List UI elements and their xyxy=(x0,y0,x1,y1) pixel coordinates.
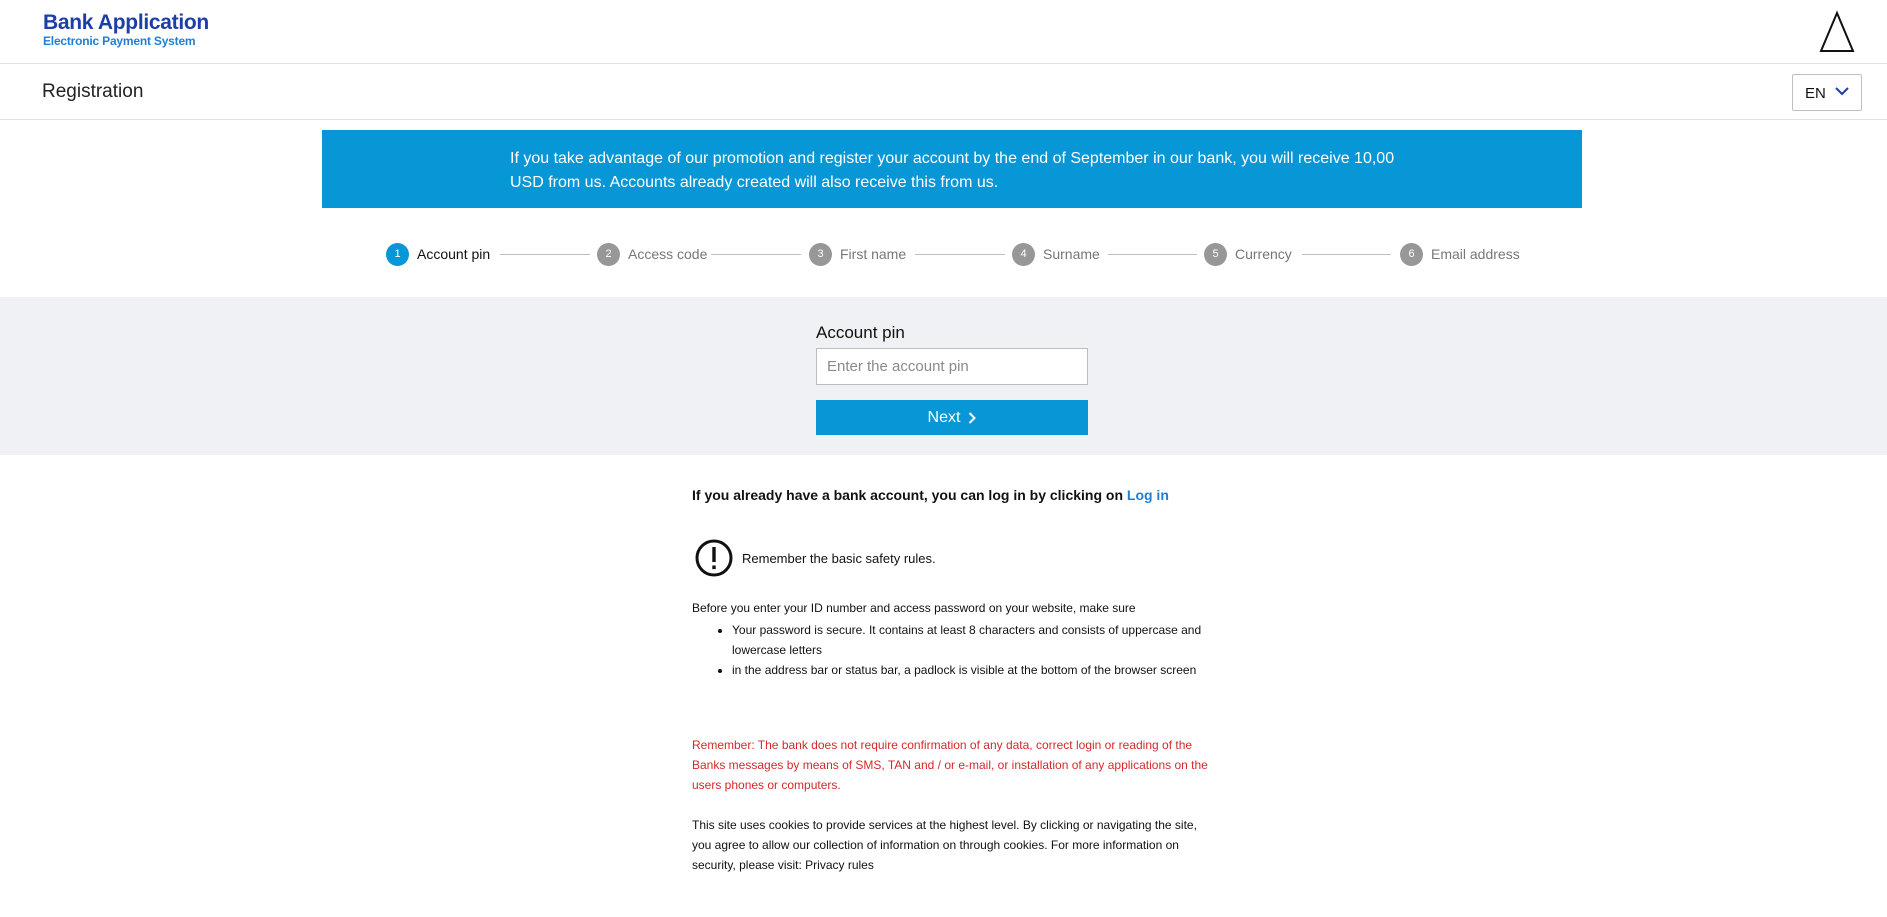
safety-rules-list: Your password is secure. It contains at … xyxy=(692,620,1212,680)
login-prompt: If you already have a bank account, you … xyxy=(692,487,1212,503)
chevron-down-icon xyxy=(1835,87,1849,96)
promo-banner: If you take advantage of our promotion a… xyxy=(322,130,1582,208)
step-connector xyxy=(915,254,1005,255)
step-connector xyxy=(1302,254,1391,255)
step-label: Surname xyxy=(1043,246,1100,262)
step-number: 3 xyxy=(809,242,832,266)
step-connector xyxy=(500,254,590,255)
step-label: Account pin xyxy=(417,246,491,262)
step-currency: 5 Currency xyxy=(1204,242,1292,266)
login-link[interactable]: Log in xyxy=(1127,487,1169,503)
brand-subtitle: Electronic Payment System xyxy=(43,34,196,48)
language-code: EN xyxy=(1805,85,1826,102)
safety-notice: Remember the basic safety rules. xyxy=(692,537,1192,579)
top-header: Bank Application Electronic Payment Syst… xyxy=(0,0,1887,64)
exclamation-icon xyxy=(695,539,733,577)
login-prompt-text: If you already have a bank account, you … xyxy=(692,487,1123,503)
step-label: First name xyxy=(840,246,907,262)
security-warning: Remember: The bank does not require conf… xyxy=(692,738,1208,792)
promo-text: If you take advantage of our promotion a… xyxy=(510,150,1395,191)
brand-logo[interactable]: Bank Application Electronic Payment Syst… xyxy=(43,11,209,49)
step-surname: 4 Surname xyxy=(1012,242,1100,266)
safety-text: Remember the basic safety rules. xyxy=(742,550,936,566)
before-text: Before you enter your ID number and acce… xyxy=(692,601,1136,615)
step-access-code: 2 Access code xyxy=(597,242,707,266)
account-pin-label: Account pin xyxy=(816,323,905,342)
account-pin-input[interactable] xyxy=(816,348,1088,385)
chevron-right-icon xyxy=(969,411,977,424)
step-number: 6 xyxy=(1400,242,1423,266)
next-button-label: Next xyxy=(927,408,961,426)
step-connector xyxy=(1108,254,1197,255)
step-number: 2 xyxy=(597,242,620,266)
page-title: Registration xyxy=(42,81,144,102)
step-number: 5 xyxy=(1204,242,1227,266)
triangle-logo-icon xyxy=(1819,10,1855,52)
step-label: Access code xyxy=(628,246,708,262)
next-button[interactable]: Next xyxy=(816,400,1088,435)
account-pin-form: Account pin Next xyxy=(0,297,1887,455)
step-account-pin: 1 Account pin xyxy=(386,242,490,266)
registration-stepper: 1 Account pin 2 Access code 3 First name… xyxy=(0,240,1887,270)
list-item: in the address bar or status bar, a padl… xyxy=(732,660,1212,680)
step-first-name: 3 First name xyxy=(809,242,906,266)
brand-title: Bank Application xyxy=(43,11,209,34)
step-label: Currency xyxy=(1235,246,1292,262)
registration-bar: Registration EN xyxy=(0,65,1887,120)
step-email-address: 6 Email address xyxy=(1400,242,1520,266)
cookies-notice: This site uses cookies to provide servic… xyxy=(692,818,1197,872)
step-number: 4 xyxy=(1012,242,1035,266)
language-select[interactable]: EN xyxy=(1792,74,1862,111)
list-item: Your password is secure. It contains at … xyxy=(732,620,1212,660)
step-label: Email address xyxy=(1431,246,1520,262)
info-section: If you already have a bank account, you … xyxy=(692,487,1212,872)
step-connector xyxy=(711,254,801,255)
step-number: 1 xyxy=(386,242,409,266)
